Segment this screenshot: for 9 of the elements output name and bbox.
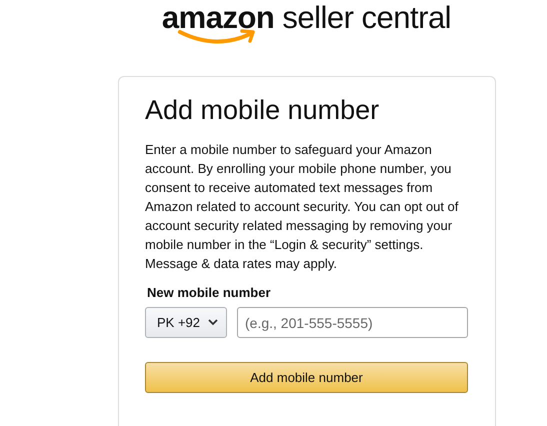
- page-heading: Add mobile number: [145, 95, 380, 126]
- country-code-dropdown[interactable]: PK +92: [145, 307, 228, 338]
- phone-number-field[interactable]: (e.g., 201-555-5555): [237, 307, 468, 338]
- logo-wordmark: amazon: [162, 0, 274, 36]
- description-text: Enter a mobile number to safeguard your Amazon account. By enrolling your mobile phone number, you consent to receive automated text messages from Amazon related to account security. You can opt out of account security related messaging by removing your mobile number in the “Login & security” settings. Message & data rates may apply.: [145, 141, 460, 273]
- add-mobile-number-button[interactable]: Add mobile number: [145, 362, 468, 393]
- field-label: New mobile number: [147, 285, 272, 300]
- logo-subtitle: seller central: [282, 0, 452, 36]
- chevron-down-icon: [208, 319, 218, 326]
